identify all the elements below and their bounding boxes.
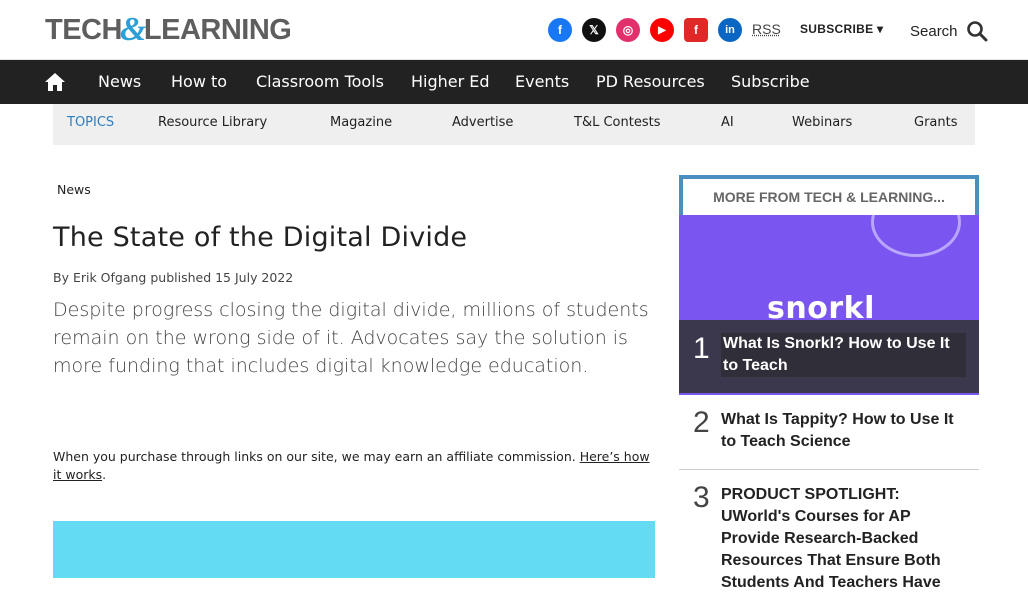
affiliate-end: . xyxy=(102,467,107,482)
topic-magazine[interactable]: Magazine xyxy=(330,115,392,130)
logo-text-left: TECH xyxy=(45,13,122,46)
affiliate-text: When you purchase through links on our s… xyxy=(53,449,580,464)
top-bar: TECH & LEARNING f 𝕏 ◎ ▶ f in RSS SUBSCRIBE… xyxy=(0,0,1028,60)
hero-image xyxy=(53,521,655,578)
subscribe-dropdown[interactable]: SUBSCRIBE ▾ xyxy=(800,22,883,36)
breadcrumb[interactable]: News xyxy=(57,182,91,197)
topic-webinars[interactable]: Webinars xyxy=(792,115,852,130)
affiliate-disclosure: When you purchase through links on our s… xyxy=(53,448,653,484)
sidebar-heading: MORE FROM TECH & LEARNING... xyxy=(679,175,979,215)
topic-advertise[interactable]: Advertise xyxy=(452,115,513,130)
article-title: The State of the Digital Divide xyxy=(53,222,468,253)
divider xyxy=(679,469,979,470)
article-strapline: Despite progress closing the digital div… xyxy=(53,299,649,377)
item-title[interactable]: What Is Snorkl? How to Use It to Teach xyxy=(721,333,966,377)
rss-link[interactable]: RSS xyxy=(752,21,781,37)
item-number: 2 xyxy=(693,406,710,439)
sidebar-item-1[interactable]: 1 What Is Snorkl? How to Use It to Teach xyxy=(679,320,979,393)
logo-text-right: LEARNING xyxy=(143,13,292,46)
nav-item-higher-ed[interactable]: Higher Ed xyxy=(411,72,490,91)
item-number: 3 xyxy=(693,481,710,514)
topic-tl-contests[interactable]: T&L Contests xyxy=(574,115,660,130)
nav-item-classroom-tools[interactable]: Classroom Tools xyxy=(256,72,384,91)
search-label: Search xyxy=(910,22,958,40)
site-logo[interactable]: TECH & LEARNING xyxy=(45,11,292,48)
instagram-icon[interactable]: ◎ xyxy=(616,18,640,42)
social-links: f 𝕏 ◎ ▶ f in xyxy=(548,18,742,42)
decorative-ring xyxy=(871,215,961,257)
nav-item-subscribe[interactable]: Subscribe xyxy=(731,72,810,91)
topic-grants[interactable]: Grants xyxy=(914,115,958,130)
main-nav: News How to Classroom Tools Higher Ed Ev… xyxy=(0,60,1028,104)
logo-ampersand: & xyxy=(119,11,146,48)
more-from-sidebar: MORE FROM TECH & LEARNING... snorkl 1 Wh… xyxy=(679,175,979,591)
x-icon[interactable]: 𝕏 xyxy=(582,18,606,42)
nav-item-pd-resources[interactable]: PD Resources xyxy=(596,72,705,91)
facebook-icon[interactable]: f xyxy=(548,18,572,42)
topic-ai[interactable]: AI xyxy=(721,115,734,130)
search-button[interactable]: Search xyxy=(910,20,988,42)
item-number: 1 xyxy=(693,332,710,365)
item-title[interactable]: What Is Tappity? How to Use It to Teach … xyxy=(721,409,966,453)
search-icon xyxy=(966,21,988,42)
article-byline: By Erik Ofgang published 15 July 2022 xyxy=(53,270,294,285)
nav-item-events[interactable]: Events xyxy=(515,72,569,91)
nav-item-how-to[interactable]: How to xyxy=(171,72,227,91)
home-icon[interactable] xyxy=(44,71,66,93)
linkedin-icon[interactable]: in xyxy=(718,18,742,42)
topics-bar: TOPICS Resource Library Magazine Adverti… xyxy=(53,104,975,145)
flipboard-icon[interactable]: f xyxy=(684,18,708,42)
nav-item-news[interactable]: News xyxy=(98,72,141,91)
topics-label: TOPICS xyxy=(67,115,115,130)
topic-resource-library[interactable]: Resource Library xyxy=(158,115,267,130)
youtube-icon[interactable]: ▶ xyxy=(650,18,674,42)
